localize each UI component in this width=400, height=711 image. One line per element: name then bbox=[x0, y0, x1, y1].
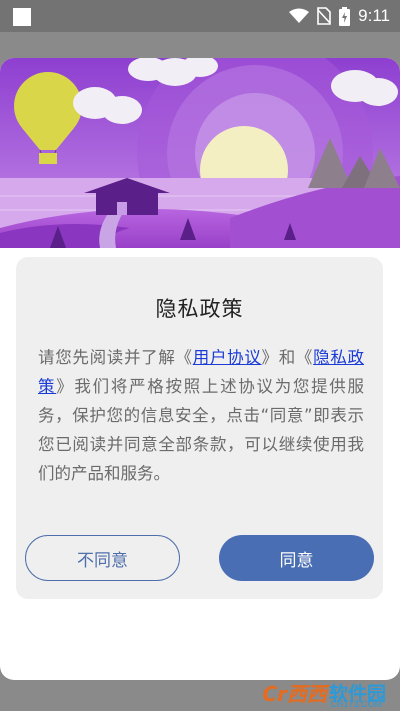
notification-icon bbox=[13, 8, 31, 26]
privacy-card: 隐私政策 请您先阅读并了解《用户协议》和《隐私政策》我们将严格按照上述协议为您提… bbox=[0, 58, 400, 680]
disagree-button[interactable]: 不同意 bbox=[25, 535, 180, 581]
user-agreement-link[interactable]: 用户协议 bbox=[193, 348, 262, 367]
body-middle: 》和《 bbox=[261, 348, 314, 367]
no-sim-icon bbox=[317, 7, 331, 25]
watermark-url: CR173.COM bbox=[330, 699, 382, 709]
status-time: 9:11 bbox=[358, 6, 390, 25]
dialog-title: 隐私政策 bbox=[155, 297, 244, 321]
status-icons: 9:11 bbox=[289, 0, 390, 32]
body-prefix: 请您先阅读并了解《 bbox=[38, 348, 193, 367]
status-bar: 9:11 bbox=[0, 0, 400, 32]
watermark-logo-text: Cr西西 bbox=[262, 681, 327, 706]
banner-illustration bbox=[0, 58, 400, 248]
privacy-dialog: 隐私政策 请您先阅读并了解《用户协议》和《隐私政策》我们将严格按照上述协议为您提… bbox=[16, 257, 383, 599]
battery-charging-icon bbox=[339, 6, 351, 26]
body-suffix: 》我们将严格按照上述协议为您提供服务，保护您的信息安全，点击“同意”即表示您已阅… bbox=[38, 377, 365, 483]
dialog-body: 请您先阅读并了解《用户协议》和《隐私政策》我们将严格按照上述协议为您提供服务，保… bbox=[38, 343, 364, 488]
agree-button[interactable]: 同意 bbox=[219, 535, 374, 581]
wifi-icon bbox=[289, 8, 310, 23]
